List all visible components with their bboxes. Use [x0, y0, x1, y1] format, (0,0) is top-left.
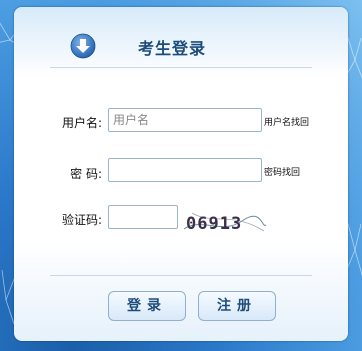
- down-arrow-circle-icon: [70, 33, 96, 59]
- captcha-text: 06913: [186, 214, 242, 234]
- username-label: 用户名:: [61, 116, 102, 130]
- login-button[interactable]: 登录: [108, 291, 186, 321]
- password-label: 密 码:: [70, 167, 102, 181]
- password-recover-link[interactable]: 密码找回: [264, 165, 300, 178]
- register-button[interactable]: 注册: [198, 291, 276, 321]
- username-input[interactable]: [108, 108, 262, 132]
- page-title: 考生登录: [138, 39, 207, 58]
- divider-bottom: [50, 275, 312, 276]
- captcha-image[interactable]: 06913: [182, 209, 266, 235]
- login-panel: 考生登录 用户名: 用户名找回 密 码: 密码找回 验证码: 06913 登录 …: [14, 7, 348, 341]
- password-input[interactable]: [108, 158, 262, 182]
- username-recover-link[interactable]: 用户名找回: [264, 115, 309, 128]
- divider-top: [50, 67, 312, 68]
- captcha-label: 验证码:: [61, 213, 102, 227]
- captcha-input[interactable]: [108, 205, 178, 229]
